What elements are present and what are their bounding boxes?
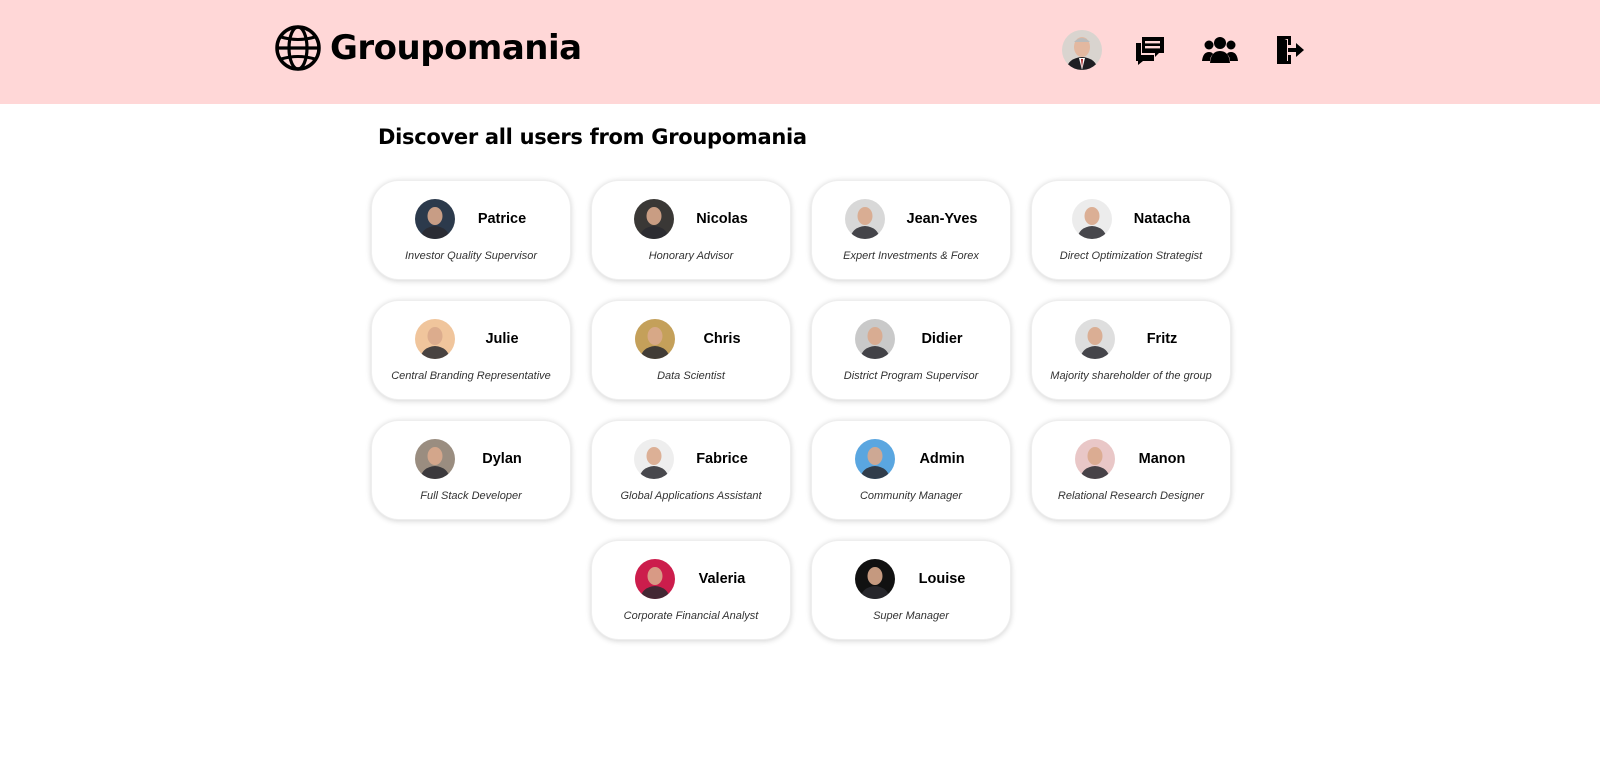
user-card-header: Nicolas xyxy=(592,199,790,239)
user-role: Super Manager xyxy=(873,610,949,622)
avatar xyxy=(635,559,675,599)
profile-avatar[interactable] xyxy=(1062,30,1102,70)
user-card-header: Fritz xyxy=(1032,319,1230,359)
logout-nav-button[interactable] xyxy=(1270,30,1310,70)
user-card[interactable]: Louise Super Manager xyxy=(811,540,1011,640)
top-nav xyxy=(1062,30,1310,70)
user-card-header: Julie xyxy=(372,319,570,359)
user-role: Direct Optimization Strategist xyxy=(1059,250,1203,262)
user-card-header: Didier xyxy=(812,319,1010,359)
user-role: Full Stack Developer xyxy=(420,490,522,502)
user-card[interactable]: Valeria Corporate Financial Analyst xyxy=(591,540,791,640)
user-name: Didier xyxy=(921,331,963,347)
page-title: Discover all users from Groupomania xyxy=(378,125,807,149)
user-name: Admin xyxy=(919,451,965,467)
user-name: Jean-Yves xyxy=(906,211,978,227)
user-card[interactable]: Natacha Direct Optimization Strategist xyxy=(1031,180,1231,280)
user-role: Honorary Advisor xyxy=(648,250,734,262)
user-role: Community Manager xyxy=(859,490,963,502)
user-card[interactable]: Nicolas Honorary Advisor xyxy=(591,180,791,280)
user-name: Dylan xyxy=(482,451,522,467)
avatar xyxy=(855,439,895,479)
user-card-header: Admin xyxy=(812,439,1010,479)
user-card[interactable]: Admin Community Manager xyxy=(811,420,1011,520)
user-role: Central Branding Representative xyxy=(391,370,551,382)
user-card-header: Chris xyxy=(592,319,790,359)
posts-nav-button[interactable] xyxy=(1130,30,1170,70)
user-role: Investor Quality Supervisor xyxy=(404,250,538,262)
user-role: Majority shareholder of the group xyxy=(1050,370,1212,382)
messages-icon xyxy=(1136,37,1164,65)
user-role: Data Scientist xyxy=(657,370,725,382)
avatar xyxy=(844,199,885,239)
user-role: Relational Research Designer xyxy=(1057,490,1205,502)
user-role: Expert Investments & Forex xyxy=(843,250,979,262)
avatar xyxy=(855,319,895,359)
user-avatar xyxy=(1062,30,1102,70)
user-card-header: Louise xyxy=(812,559,1010,599)
user-name: Chris xyxy=(703,331,741,347)
header: Groupomania xyxy=(0,0,1600,104)
user-name: Louise xyxy=(918,571,966,587)
avatar xyxy=(415,319,455,359)
globe-icon xyxy=(275,25,321,71)
user-card[interactable]: Fritz Majority shareholder of the group xyxy=(1031,300,1231,400)
users-grid: Patrice Investor Quality Supervisor Nicola… xyxy=(370,180,1232,640)
user-card[interactable]: Chris Data Scientist xyxy=(591,300,791,400)
brand-name: Groupomania xyxy=(330,28,582,68)
user-name: Patrice xyxy=(477,211,527,227)
user-card-header: Dylan xyxy=(372,439,570,479)
user-role: District Program Supervisor xyxy=(843,370,979,382)
user-name: Nicolas xyxy=(696,211,748,227)
avatar xyxy=(855,559,895,599)
avatar xyxy=(1071,199,1112,239)
users-icon xyxy=(1202,37,1238,63)
user-name: Fabrice xyxy=(696,451,748,467)
logout-icon xyxy=(1277,36,1304,64)
user-role: Corporate Financial Analyst xyxy=(623,610,759,622)
user-card[interactable]: Fabrice Global Applications Assistant xyxy=(591,420,791,520)
avatar xyxy=(1075,439,1115,479)
user-card[interactable]: Dylan Full Stack Developer xyxy=(371,420,571,520)
avatar xyxy=(635,319,675,359)
avatar xyxy=(634,199,675,239)
user-card-header: Patrice xyxy=(372,199,570,239)
user-name: Manon xyxy=(1138,451,1186,467)
user-name: Valeria xyxy=(698,571,746,587)
users-nav-button[interactable] xyxy=(1200,30,1240,70)
user-card[interactable]: Didier District Program Supervisor xyxy=(811,300,1011,400)
user-name: Fritz xyxy=(1146,331,1178,347)
user-card-header: Jean-Yves xyxy=(812,199,1010,239)
user-card-header: Valeria xyxy=(592,559,790,599)
user-card-header: Fabrice xyxy=(592,439,790,479)
user-name: Julie xyxy=(485,331,519,347)
avatar xyxy=(415,439,455,479)
user-card-header: Manon xyxy=(1032,439,1230,479)
user-card-header: Natacha xyxy=(1032,199,1230,239)
avatar xyxy=(634,439,675,479)
user-name: Natacha xyxy=(1133,211,1191,227)
avatar xyxy=(1075,319,1115,359)
user-role: Global Applications Assistant xyxy=(620,490,762,502)
user-card[interactable]: Julie Central Branding Representative xyxy=(371,300,571,400)
brand-logo[interactable]: Groupomania xyxy=(274,24,582,72)
user-card[interactable]: Patrice Investor Quality Supervisor xyxy=(371,180,571,280)
user-card[interactable]: Manon Relational Research Designer xyxy=(1031,420,1231,520)
user-card[interactable]: Jean-Yves Expert Investments & Forex xyxy=(811,180,1011,280)
avatar xyxy=(415,199,455,239)
